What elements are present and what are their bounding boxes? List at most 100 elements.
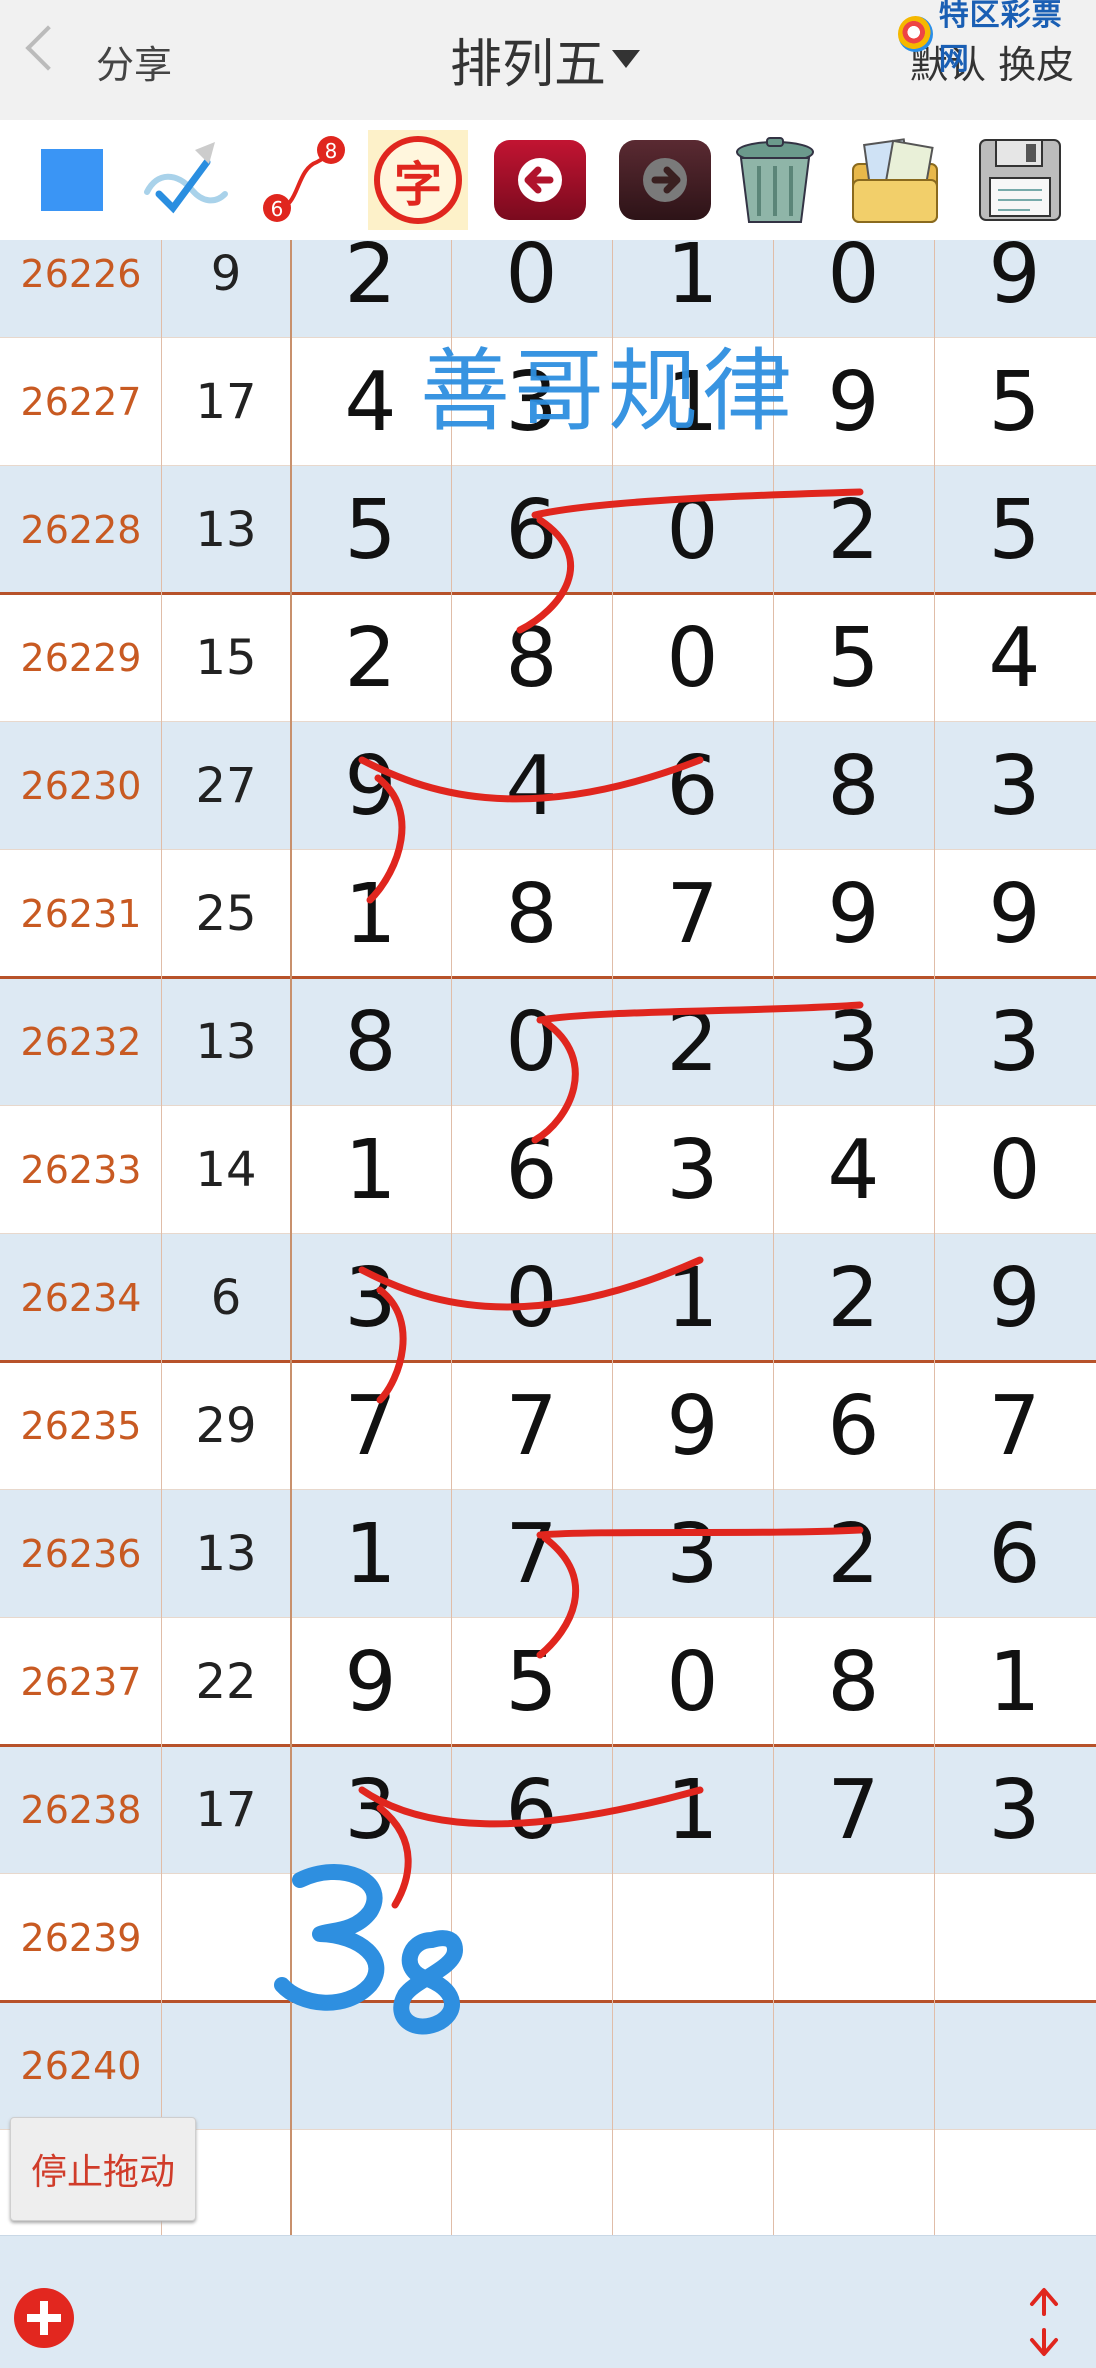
digit-cell[interactable]: 9 (290, 722, 451, 850)
redo-button[interactable] (615, 130, 715, 230)
trash-icon (736, 137, 814, 223)
digit-cell[interactable]: 3 (934, 722, 1095, 850)
digit-cell[interactable] (934, 2002, 1095, 2130)
digit-cell[interactable]: 4 (773, 1106, 934, 1234)
digit-cell[interactable]: 9 (612, 1362, 773, 1490)
share-button[interactable]: 分享 (96, 34, 172, 89)
digit-cell[interactable] (290, 2002, 451, 2130)
digit-cell[interactable]: 3 (612, 1490, 773, 1618)
digit-cell[interactable]: 2 (290, 594, 451, 722)
digit-cell[interactable]: 9 (934, 1234, 1095, 1362)
digit-cell[interactable]: 0 (773, 240, 934, 338)
digit-cell[interactable]: 2 (773, 1234, 934, 1362)
lottery-type-selector[interactable]: 排列五 (450, 24, 641, 95)
save-button[interactable] (970, 130, 1070, 230)
draw-number-table[interactable]: 26226 9 2 0 1 0 9 26227 17 4 3 1 9 5 26228 13 5 6 0 2 5 26229… (0, 240, 1096, 2235)
digit-cell[interactable]: 8 (451, 850, 612, 978)
digit-cell[interactable]: 6 (451, 1746, 612, 1874)
stop-drag-button[interactable]: 停止拖动 (10, 2117, 196, 2221)
pen-tool-button[interactable] (135, 130, 235, 230)
table-row[interactable]: 26239 (0, 1874, 1096, 2002)
digit-cell[interactable] (451, 1874, 612, 2002)
digit-cell[interactable]: 8 (451, 594, 612, 722)
digit-cell[interactable]: 3 (934, 978, 1095, 1106)
vertical-resize-icon[interactable] (1022, 2282, 1066, 2362)
digit-cell[interactable]: 7 (290, 1362, 451, 1490)
digit-cell[interactable]: 6 (451, 1106, 612, 1234)
back-chevron-icon[interactable] (25, 25, 71, 71)
digit-cell[interactable]: 5 (934, 338, 1095, 466)
digit-cell[interactable]: 3 (612, 1106, 773, 1234)
digit-cell[interactable]: 0 (451, 1234, 612, 1362)
digit-cell[interactable]: 9 (934, 850, 1095, 978)
table-row[interactable]: 26234 6 3 0 1 2 9 (0, 1234, 1096, 1362)
digit-cell[interactable] (612, 1874, 773, 2002)
digit-cell[interactable]: 1 (612, 1234, 773, 1362)
digit-cell[interactable]: 0 (612, 594, 773, 722)
table-row[interactable]: 26238 17 3 6 1 7 3 (0, 1746, 1096, 1874)
plus-circle-icon[interactable] (14, 2288, 74, 2348)
digit-cell[interactable]: 7 (773, 1746, 934, 1874)
digit-cell[interactable] (451, 2002, 612, 2130)
digit-cell[interactable]: 3 (290, 1746, 451, 1874)
digit-cell[interactable]: 3 (934, 1746, 1095, 1874)
table-row[interactable]: 26240 (0, 2002, 1096, 2130)
digit-cell[interactable]: 9 (290, 1618, 451, 1746)
digit-cell[interactable]: 7 (612, 850, 773, 978)
text-tool-button[interactable]: 字 (368, 130, 468, 230)
digit-cell[interactable]: 7 (451, 1362, 612, 1490)
table-row[interactable]: 26237 22 9 5 0 8 1 (0, 1618, 1096, 1746)
digit-cell[interactable]: 3 (290, 1234, 451, 1362)
digit-cell[interactable]: 2 (612, 978, 773, 1106)
digit-cell[interactable]: 9 (773, 850, 934, 978)
digit-cell[interactable] (290, 1874, 451, 2002)
digit-cell[interactable]: 8 (773, 722, 934, 850)
open-button[interactable] (845, 130, 945, 230)
digit-cell[interactable]: 4 (934, 594, 1095, 722)
undo-button[interactable] (490, 130, 590, 230)
digit-cell[interactable]: 3 (773, 978, 934, 1106)
digit-cell[interactable]: 8 (773, 1618, 934, 1746)
digit-cell[interactable]: 0 (612, 466, 773, 594)
digit-cell[interactable]: 0 (934, 1106, 1095, 1234)
digit-cell[interactable]: 1 (290, 1106, 451, 1234)
clear-button[interactable] (725, 130, 825, 230)
digit-cell[interactable]: 5 (773, 594, 934, 722)
digit-cell[interactable]: 7 (451, 1490, 612, 1618)
table-row[interactable]: 26236 13 1 7 3 2 6 (0, 1490, 1096, 1618)
table-row[interactable]: 26235 29 7 7 9 6 7 (0, 1362, 1096, 1490)
connect-tool-button[interactable]: 6 8 (255, 130, 355, 230)
digit-cell[interactable]: 0 (451, 978, 612, 1106)
digit-cell[interactable]: 4 (451, 722, 612, 850)
digit-cell[interactable]: 5 (290, 466, 451, 594)
digit-cell[interactable]: 6 (451, 466, 612, 594)
digit-cell[interactable]: 5 (934, 466, 1095, 594)
digit-cell[interactable]: 6 (773, 1362, 934, 1490)
table-row[interactable]: 26230 27 9 4 6 8 3 (0, 722, 1096, 850)
table-row[interactable]: 26229 15 2 8 0 5 4 (0, 594, 1096, 722)
digit-cell[interactable] (773, 2002, 934, 2130)
digit-cell[interactable]: 8 (290, 978, 451, 1106)
digit-cell[interactable]: 1 (290, 850, 451, 978)
digit-cell[interactable] (773, 1874, 934, 2002)
digit-cell[interactable]: 2 (773, 466, 934, 594)
floppy-disk-icon (979, 139, 1061, 221)
digit-cell[interactable]: 5 (451, 1618, 612, 1746)
digit-cell[interactable]: 0 (612, 1618, 773, 1746)
table-row[interactable]: 26231 25 1 8 7 9 9 (0, 850, 1096, 978)
digit-cell[interactable]: 9 (934, 240, 1095, 338)
table-row[interactable]: 26233 14 1 6 3 4 0 (0, 1106, 1096, 1234)
digit-cell[interactable]: 9 (773, 338, 934, 466)
digit-cell[interactable]: 6 (612, 722, 773, 850)
digit-cell[interactable]: 7 (934, 1362, 1095, 1490)
table-row[interactable]: 26232 13 8 0 2 3 3 (0, 978, 1096, 1106)
digit-cell[interactable]: 1 (290, 1490, 451, 1618)
color-picker-button[interactable] (22, 130, 122, 230)
digit-cell[interactable]: 1 (612, 1746, 773, 1874)
digit-cell[interactable]: 2 (773, 1490, 934, 1618)
digit-cell[interactable]: 6 (934, 1490, 1095, 1618)
digit-cell[interactable]: 1 (934, 1618, 1095, 1746)
digit-cell[interactable] (612, 2002, 773, 2130)
digit-cell[interactable] (934, 1874, 1095, 2002)
table-row[interactable]: 26228 13 5 6 0 2 5 (0, 466, 1096, 594)
